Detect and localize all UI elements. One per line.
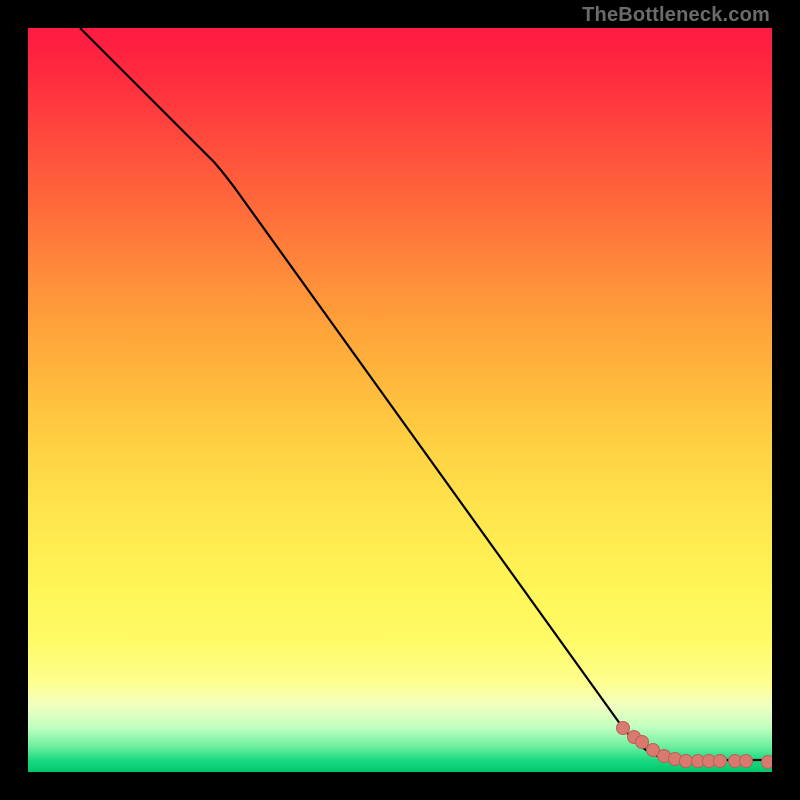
marker-dot — [740, 755, 753, 768]
plot-area — [28, 28, 772, 772]
marker-dot — [762, 756, 773, 769]
marker-dot — [714, 755, 727, 768]
bottleneck-curve-line — [80, 28, 772, 760]
marker-dot — [617, 722, 630, 735]
attribution-watermark: TheBottleneck.com — [582, 4, 770, 27]
chart-svg — [28, 28, 772, 772]
sweet-spot-markers — [617, 722, 773, 769]
chart-container: TheBottleneck.com — [0, 0, 800, 800]
marker-dot — [680, 755, 693, 768]
marker-dot — [636, 736, 649, 749]
